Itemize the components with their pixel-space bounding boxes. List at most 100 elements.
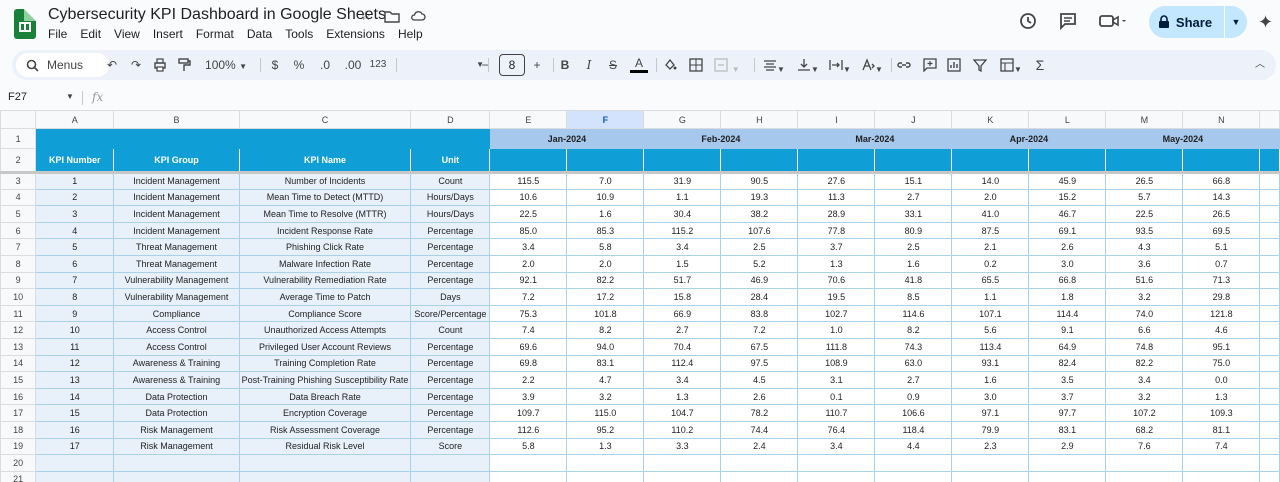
value-cell[interactable]: 2.2 — [489, 371, 568, 389]
month-header-jan[interactable]: Jan-2024 — [489, 128, 645, 149]
value-cell[interactable] — [1182, 454, 1261, 472]
kpi-group-cell[interactable]: Risk Management — [113, 420, 240, 439]
title-band[interactable] — [35, 128, 491, 149]
value-cell[interactable]: 3.2 — [1105, 387, 1184, 406]
value-cell[interactable]: 90.5 — [720, 172, 799, 190]
horizontal-align-icon[interactable]: ▼ — [760, 55, 788, 75]
value-cell[interactable]: 74.3 — [874, 337, 953, 356]
insert-link-icon[interactable] — [896, 55, 912, 75]
menu-file[interactable]: File — [48, 27, 67, 41]
value-cell[interactable]: 109.3 — [1182, 404, 1261, 422]
value-cell[interactable] — [489, 470, 568, 482]
unit-cell[interactable]: Score — [410, 437, 491, 456]
value-cell[interactable]: 80.9 — [874, 221, 953, 240]
value-cell[interactable]: 1.3 — [1182, 387, 1261, 406]
value-cell[interactable]: 8.2 — [566, 321, 645, 339]
bold-button[interactable]: B — [558, 55, 572, 75]
month-header-mar[interactable]: Mar-2024 — [797, 128, 953, 149]
column-header-g[interactable]: G — [643, 110, 722, 129]
value-cell[interactable] — [1105, 470, 1184, 482]
kpi-number-cell[interactable]: 14 — [35, 387, 115, 406]
value-cell[interactable]: 8.2 — [874, 321, 953, 339]
value-cell[interactable]: 7.4 — [489, 321, 568, 339]
value-cell[interactable]: 113.4 — [951, 337, 1030, 356]
kpi-group-cell[interactable]: Incident Management — [113, 172, 240, 190]
value-cell[interactable]: 63.0 — [874, 354, 953, 373]
value-cell[interactable]: 7.0 — [566, 172, 645, 190]
value-cell[interactable]: 26.5 — [1105, 172, 1184, 190]
value-cell[interactable]: 14.0 — [951, 172, 1030, 190]
menu-insert[interactable]: Insert — [153, 27, 183, 41]
value-cell[interactable]: 69.6 — [489, 337, 568, 356]
value-cell[interactable]: 97.7 — [1028, 404, 1107, 422]
value-cell[interactable]: 115.0 — [566, 404, 645, 422]
header-kpi-number[interactable]: KPI Number — [35, 148, 115, 174]
value-cell[interactable]: 6.6 — [1105, 321, 1184, 339]
value-cell[interactable] — [1259, 288, 1280, 306]
value-cell[interactable] — [489, 454, 568, 472]
kpi-name-cell[interactable]: Risk Assessment Coverage — [238, 420, 412, 439]
value-cell[interactable]: 19.5 — [797, 288, 876, 306]
value-cell[interactable]: 93.1 — [951, 354, 1030, 373]
value-cell[interactable]: 1.3 — [566, 437, 645, 456]
value-cell[interactable] — [1259, 238, 1280, 256]
value-cell[interactable] — [1259, 420, 1280, 439]
filter-icon[interactable] — [972, 55, 988, 75]
kpi-number-cell[interactable]: 11 — [35, 337, 115, 356]
value-cell[interactable]: 7.2 — [489, 288, 568, 306]
value-cell[interactable]: 9.1 — [1028, 321, 1107, 339]
name-box-dropdown-icon[interactable]: ▼ — [66, 92, 74, 101]
column-header-n[interactable]: N — [1182, 110, 1261, 129]
value-cell[interactable]: 66.8 — [1182, 172, 1261, 190]
value-cell[interactable] — [643, 470, 722, 482]
value-cell[interactable]: 0.2 — [951, 254, 1030, 273]
value-cell[interactable]: 65.5 — [951, 271, 1030, 290]
kpi-name-cell[interactable]: Data Breach Rate — [238, 387, 412, 406]
kpi-group-cell[interactable]: Data Protection — [113, 404, 240, 422]
value-cell[interactable]: 0.7 — [1182, 254, 1261, 273]
value-cell[interactable]: 1.6 — [951, 371, 1030, 389]
value-cell[interactable]: 70.4 — [643, 337, 722, 356]
value-cell[interactable] — [797, 470, 876, 482]
column-header-a[interactable]: A — [35, 110, 115, 129]
row-header[interactable]: 12 — [0, 321, 37, 339]
value-cell[interactable]: 75.3 — [489, 304, 568, 323]
name-box[interactable]: F27 — [8, 91, 27, 103]
value-cell[interactable]: 5.8 — [566, 238, 645, 256]
value-cell[interactable]: 2.9 — [1028, 437, 1107, 456]
column-header-b[interactable]: B — [113, 110, 240, 129]
value-cell[interactable]: 0.0 — [1182, 371, 1261, 389]
kpi-group-cell[interactable]: Incident Management — [113, 188, 240, 207]
zoom-select[interactable]: 100% ▼ — [202, 55, 250, 75]
value-cell[interactable]: 1.0 — [797, 321, 876, 339]
value-cell[interactable]: 4.7 — [566, 371, 645, 389]
unit-cell[interactable]: Count — [410, 172, 491, 190]
value-cell[interactable] — [951, 454, 1030, 472]
value-cell[interactable]: 82.2 — [1105, 354, 1184, 373]
row-header[interactable]: 2 — [0, 148, 37, 174]
kpi-group-cell[interactable]: Threat Management — [113, 254, 240, 273]
value-cell[interactable] — [1259, 188, 1280, 207]
value-cell[interactable]: 83.1 — [1028, 420, 1107, 439]
row-header[interactable]: 3 — [0, 172, 37, 190]
month-header-next[interactable] — [1259, 128, 1280, 149]
value-cell[interactable] — [874, 470, 953, 482]
font-size-input[interactable]: 8 — [499, 54, 525, 76]
menu-tools[interactable]: Tools — [285, 27, 313, 41]
value-cell[interactable] — [874, 454, 953, 472]
kpi-number-cell[interactable]: 1 — [35, 172, 115, 190]
kpi-group-cell[interactable]: Risk Management — [113, 437, 240, 456]
vertical-align-icon[interactable]: ▼ — [794, 55, 822, 75]
unit-cell[interactable]: Count — [410, 321, 491, 339]
row-header[interactable]: 14 — [0, 354, 37, 373]
value-cell[interactable]: 15.2 — [1028, 188, 1107, 207]
value-cell[interactable]: 71.3 — [1182, 271, 1261, 290]
value-cell[interactable]: 3.1 — [797, 371, 876, 389]
value-cell[interactable] — [566, 454, 645, 472]
unit-cell[interactable]: Percentage — [410, 387, 491, 406]
value-cell[interactable]: 1.8 — [1028, 288, 1107, 306]
value-cell[interactable]: 101.8 — [566, 304, 645, 323]
value-cell[interactable]: 10.9 — [566, 188, 645, 207]
search-menus-button[interactable]: Menus — [16, 53, 109, 77]
value-cell[interactable]: 41.8 — [874, 271, 953, 290]
